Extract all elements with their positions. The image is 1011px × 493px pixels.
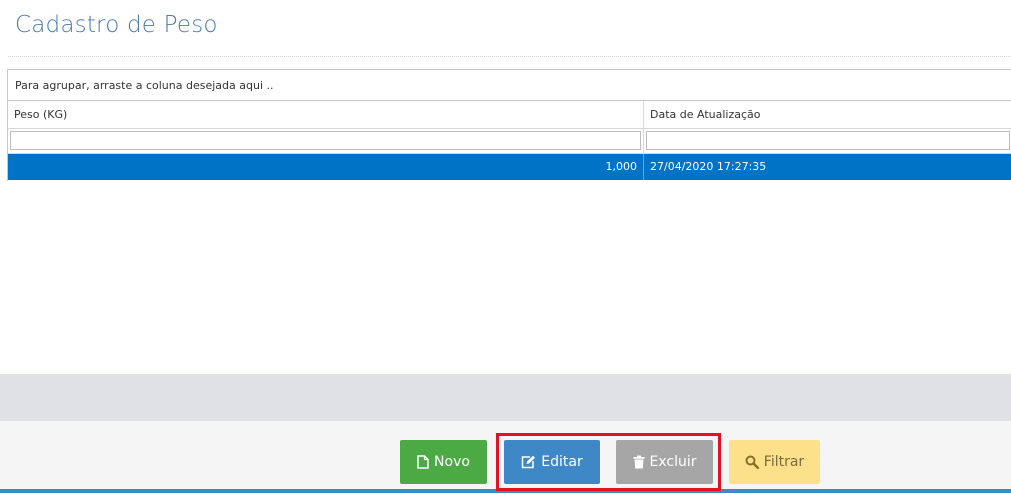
search-icon [745,455,759,469]
grid-footer-band [0,374,1011,421]
novo-button[interactable]: Novo [400,440,487,484]
filter-cell-data [644,129,1011,153]
edit-icon [522,455,536,469]
excluir-button[interactable]: Excluir [616,440,713,484]
filtrar-label: Filtrar [763,454,805,470]
table-row[interactable]: 1,000 27/04/2020 17:27:35 [8,154,1011,180]
editar-label: Editar [541,454,583,470]
grid-header-row: Peso (KG) Data de Atualização [8,101,1011,129]
column-header-data-atualizacao[interactable]: Data de Atualização [644,101,1011,128]
filter-cell-peso [8,129,644,153]
novo-label: Novo [434,454,470,470]
filtrar-button[interactable]: Filtrar [729,440,820,484]
file-icon [417,455,429,469]
filter-input-peso[interactable] [10,131,641,150]
cell-peso: 1,000 [8,154,644,180]
grid-filter-row [8,129,1011,154]
bottom-border [0,489,1011,493]
excluir-label: Excluir [649,454,697,470]
action-toolbar: Novo Editar Excluir Filtrar [0,421,1011,490]
cell-data-atualizacao: 27/04/2020 17:27:35 [650,160,767,173]
data-grid: Para agrupar, arraste a coluna desejada … [7,69,1011,181]
trash-icon [633,455,644,469]
filter-input-data-atualizacao[interactable] [646,131,1010,150]
editar-button[interactable]: Editar [504,440,600,484]
group-panel[interactable]: Para agrupar, arraste a coluna desejada … [8,70,1011,101]
title-divider [8,56,1011,57]
column-header-peso[interactable]: Peso (KG) [8,101,644,128]
page-title: Cadastro de Peso [15,12,218,38]
